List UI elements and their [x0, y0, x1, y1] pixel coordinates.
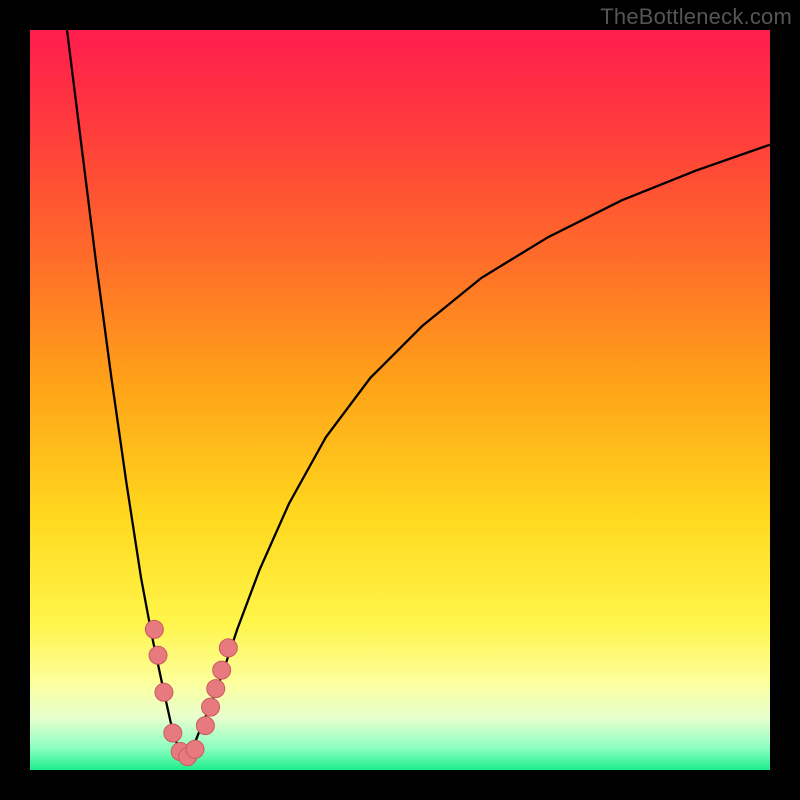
chart-svg	[30, 30, 770, 770]
data-marker	[145, 620, 163, 638]
data-marker	[219, 639, 237, 657]
data-marker	[186, 740, 204, 758]
plot-area	[30, 30, 770, 770]
watermark-text: TheBottleneck.com	[600, 4, 792, 30]
data-marker	[196, 717, 214, 735]
chart-container: TheBottleneck.com	[0, 0, 800, 800]
data-marker	[202, 698, 220, 716]
data-marker	[149, 646, 167, 664]
data-marker	[164, 724, 182, 742]
data-marker	[155, 683, 173, 701]
gradient-background	[30, 30, 770, 770]
data-marker	[213, 661, 231, 679]
data-marker	[207, 680, 225, 698]
